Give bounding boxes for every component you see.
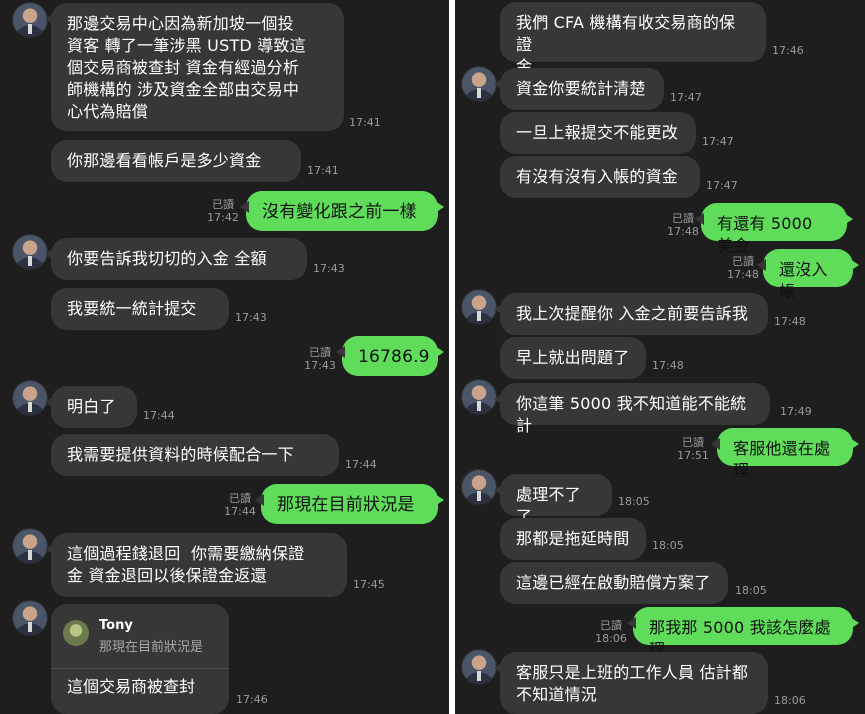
message-time: 17:43: [313, 262, 345, 275]
message-bubble-outgoing[interactable]: 那我那 5000 我該怎麼處理: [627, 607, 859, 659]
message-bubble[interactable]: 你這筆 5000 我不知道能不能統計: [494, 383, 770, 435]
message-bubble[interactable]: 我上次提醒你 入金之前要告訴我: [494, 293, 768, 335]
message-time: 17:47: [706, 179, 738, 192]
reply-text: 這個交易商被查封: [67, 677, 196, 696]
sender-avatar[interactable]: [461, 649, 497, 685]
message-time: 17:44: [224, 505, 256, 518]
message-time: 17:51: [677, 449, 709, 462]
message-bubble[interactable]: 那邊交易中心因為新加坡一個投 資客 轉了一筆涉黑 USTD 導致這 個交易商被查…: [45, 3, 344, 131]
read-status: 已讀: [309, 346, 331, 359]
message-bubble[interactable]: 處理不了了: [494, 474, 612, 526]
message-bubble[interactable]: 我需要提供資料的時候配合一下: [51, 434, 339, 476]
message-bubble[interactable]: 客服只是上班的工作人員 估計都 不知道情況: [494, 652, 768, 714]
message-time: 17:48: [652, 359, 684, 372]
sender-avatar[interactable]: [461, 379, 497, 415]
message-time: 18:06: [774, 694, 806, 707]
message-bubble-outgoing[interactable]: 客服他還在處理: [711, 428, 859, 480]
read-status: 已讀: [229, 492, 251, 505]
message-time: 18:05: [652, 539, 684, 552]
message-time: 18:05: [618, 495, 650, 508]
sender-avatar[interactable]: [12, 600, 48, 636]
message-bubble[interactable]: 那都是拖延時間: [500, 518, 646, 560]
message-time: 17:47: [670, 91, 702, 104]
message-bubble-outgoing[interactable]: 16786.9: [336, 336, 444, 376]
message-bubble-outgoing[interactable]: 還沒入帳: [757, 249, 859, 301]
quoted-user-name: Tony: [99, 618, 133, 633]
message-bubble-outgoing[interactable]: 沒有變化跟之前一樣: [240, 191, 444, 231]
message-bubble-outgoing[interactable]: 有還有 5000 美金: [695, 203, 853, 255]
chat-panel-right[interactable]: 我們 CFA 機構有收交易商的保證 金 17:46 資金你要統計清楚 17:47…: [455, 0, 865, 714]
message-bubble[interactable]: 一旦上報提交不能更改: [500, 112, 696, 154]
quoted-user-avatar: [63, 620, 89, 646]
message-time: 18:05: [735, 584, 767, 597]
message-bubble[interactable]: 你要告訴我切切的入金 全額: [45, 238, 307, 280]
message-bubble[interactable]: 我要統一統計提交: [51, 288, 229, 330]
message-time: 17:48: [774, 315, 806, 328]
message-time: 17:49: [780, 405, 812, 418]
message-meta: 已讀 18:06: [591, 619, 631, 645]
chat-panel-left[interactable]: 那邊交易中心因為新加坡一個投 資客 轉了一筆涉黑 USTD 導致這 個交易商被查…: [0, 0, 449, 714]
sender-avatar[interactable]: [12, 2, 48, 38]
read-status: 已讀: [600, 619, 622, 632]
quoted-message[interactable]: Tony 那現在目前狀況是: [63, 616, 217, 660]
sender-avatar[interactable]: [461, 66, 497, 102]
message-bubble[interactable]: 我們 CFA 機構有收交易商的保證 金: [500, 2, 766, 76]
message-time: 17:47: [702, 135, 734, 148]
sender-avatar[interactable]: [461, 289, 497, 325]
message-time: 17:41: [349, 116, 381, 129]
message-bubble[interactable]: 這邊已經在啟動賠償方案了: [500, 562, 728, 604]
message-time: 17:46: [236, 693, 268, 706]
quoted-text: 那現在目前狀況是: [99, 640, 204, 655]
message-bubble[interactable]: 這個過程錢退回 你需要繳納保證 金 資金退回以後保證金返還: [45, 533, 347, 597]
message-time: 17:44: [143, 409, 175, 422]
reply-message-bubble[interactable]: Tony 那現在目前狀況是 這個交易商被查封: [51, 604, 229, 714]
message-time: 17:41: [307, 164, 339, 177]
message-bubble[interactable]: 早上就出問題了: [500, 337, 646, 379]
read-status: 已讀: [212, 198, 234, 211]
message-bubble-outgoing[interactable]: 那現在目前狀況是: [255, 484, 444, 524]
reply-divider: [51, 668, 229, 669]
message-meta: 已讀 17:42: [203, 198, 243, 224]
message-meta: 已讀 17:44: [220, 492, 260, 518]
read-status: 已讀: [682, 436, 704, 449]
message-time: 17:48: [667, 225, 699, 238]
message-meta: 已讀 17:43: [300, 346, 340, 372]
message-time: 17:43: [235, 311, 267, 324]
message-time: 17:42: [207, 211, 239, 224]
message-time: 17:44: [345, 458, 377, 471]
sender-avatar[interactable]: [461, 469, 497, 505]
message-bubble[interactable]: 資金你要統計清楚: [494, 68, 664, 110]
message-time: 17:46: [772, 44, 804, 57]
message-meta: 已讀 17:51: [673, 436, 713, 462]
message-bubble[interactable]: 有沒有沒有入帳的資金: [500, 156, 700, 198]
sender-avatar[interactable]: [12, 528, 48, 564]
message-time: 17:45: [353, 578, 385, 591]
message-time: 18:06: [595, 632, 627, 645]
message-time: 17:43: [304, 359, 336, 372]
sender-avatar[interactable]: [12, 234, 48, 270]
sender-avatar[interactable]: [12, 380, 48, 416]
message-bubble[interactable]: 你那邊看看帳戶是多少資金: [51, 140, 301, 182]
message-bubble[interactable]: 明白了: [45, 386, 137, 428]
